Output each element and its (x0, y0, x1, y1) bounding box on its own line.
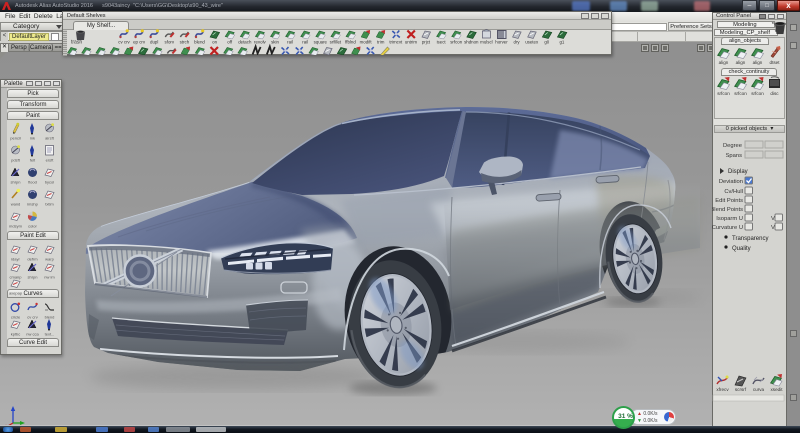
svg-text:cv crv: cv crv (27, 315, 37, 320)
svg-text:V: V (771, 225, 775, 231)
svg-text:ink: ink (30, 136, 35, 141)
svg-text:align: align (719, 60, 729, 65)
svg-text:square: square (314, 40, 328, 45)
svg-text:g1: g1 (559, 40, 564, 45)
svg-text:dupl: dupl (150, 40, 158, 45)
svg-text:strch: strch (180, 40, 190, 45)
svg-text:Curvature U: Curvature U (712, 225, 743, 231)
svg-text:usetex: usetex (525, 40, 539, 45)
svg-text:rail: rail (302, 40, 308, 45)
svg-text:imshp: imshp (27, 202, 38, 207)
svg-text:felt: felt (30, 158, 36, 163)
svg-text:pencil: pencil (10, 136, 21, 141)
svg-text:Isoparm U: Isoparm U (716, 216, 743, 222)
svg-text:Edit Points: Edit Points (715, 198, 743, 204)
svg-text:trimcvt: trimcvt (389, 40, 403, 45)
svg-text:isect: isect (437, 40, 447, 45)
svg-text:srfcon: srfcon (734, 91, 747, 96)
svg-text:horver: horver (495, 40, 508, 45)
svg-text:shrpn: shrpn (27, 275, 37, 280)
svg-text:dry: dry (514, 40, 521, 45)
svg-text:on: on (212, 40, 217, 45)
svg-text:align: align (736, 60, 746, 65)
svg-text:curva: curva (753, 387, 765, 392)
svg-text:txtim: txtim (45, 202, 54, 207)
svg-text:axepap: axepap (9, 291, 23, 296)
svg-text:warp: warp (45, 257, 54, 262)
svg-text:xfrecv: xfrecv (716, 387, 729, 392)
svg-text:srfcon: srfcon (717, 91, 730, 96)
svg-text:Spans: Spans (726, 153, 743, 159)
svg-text:skin: skin (271, 40, 279, 45)
svg-text:defrm: defrm (27, 257, 38, 262)
svg-text:ep crv: ep crv (133, 40, 146, 45)
svg-text:nw im: nw im (44, 275, 55, 280)
svg-text:cmanp: cmanp (9, 275, 22, 280)
svg-text:Transparency: Transparency (732, 236, 768, 242)
svg-text:Deviation: Deviation (719, 179, 743, 185)
svg-text:mdsym: mdsym (9, 224, 23, 229)
svg-text:circle: circle (11, 315, 21, 320)
svg-text:trim: trim (377, 40, 385, 45)
svg-text:srfcon: srfcon (751, 91, 764, 96)
svg-text:untrim: untrim (405, 40, 418, 45)
svg-text:Degree: Degree (723, 143, 742, 149)
svg-text:srfcon: srfcon (450, 40, 463, 45)
svg-text:color: color (28, 224, 37, 229)
svg-text:blend: blend (194, 40, 205, 45)
svg-text:detach: detach (238, 40, 252, 45)
svg-text:revolv: revolv (254, 40, 267, 45)
svg-text:Display: Display (728, 169, 748, 175)
svg-text:modift: modift (360, 40, 373, 45)
svg-text:cv crv: cv crv (118, 40, 130, 45)
svg-text:text...: text... (45, 332, 55, 337)
svg-text:scrsrf: scrsrf (735, 387, 747, 392)
svg-text:g0: g0 (544, 40, 549, 45)
svg-text:srfillet: srfillet (330, 40, 342, 45)
svg-text:xsedit: xsedit (770, 387, 783, 392)
svg-text:shrpn: shrpn (10, 180, 20, 185)
svg-text:sforv: sforv (165, 40, 175, 45)
svg-text:shdnon: shdnon (464, 40, 479, 45)
svg-text:flood: flood (28, 180, 37, 185)
svg-text:V: V (771, 216, 775, 222)
svg-text:prjct: prjct (422, 40, 431, 45)
svg-text:wand: wand (11, 202, 21, 207)
svg-text:nw cca: nw cca (26, 332, 39, 337)
svg-text:rail: rail (287, 40, 293, 45)
svg-text:align: align (753, 60, 763, 65)
svg-text:Blend Points: Blend Points (712, 207, 743, 213)
svg-text:idayr: idayr (11, 257, 20, 262)
svg-text:disc: disc (770, 91, 779, 96)
svg-text:pdsft: pdsft (11, 158, 21, 163)
svg-text:off: off (227, 40, 233, 45)
svg-text:mulscl: mulscl (480, 40, 492, 45)
svg-text:blend: blend (45, 315, 55, 320)
svg-text:kptbc: kptbc (11, 332, 21, 337)
svg-text:Cv/Hull: Cv/Hull (724, 189, 743, 195)
svg-text:dtset: dtset (770, 60, 781, 65)
svg-text:trash: trash (71, 40, 82, 46)
svg-text:ffblnd: ffblnd (345, 40, 356, 45)
svg-text:bycol: bycol (45, 180, 54, 185)
svg-text:Quality: Quality (732, 246, 751, 252)
svg-text:ersft: ersft (46, 158, 55, 163)
svg-text:airsft: airsft (45, 136, 55, 141)
